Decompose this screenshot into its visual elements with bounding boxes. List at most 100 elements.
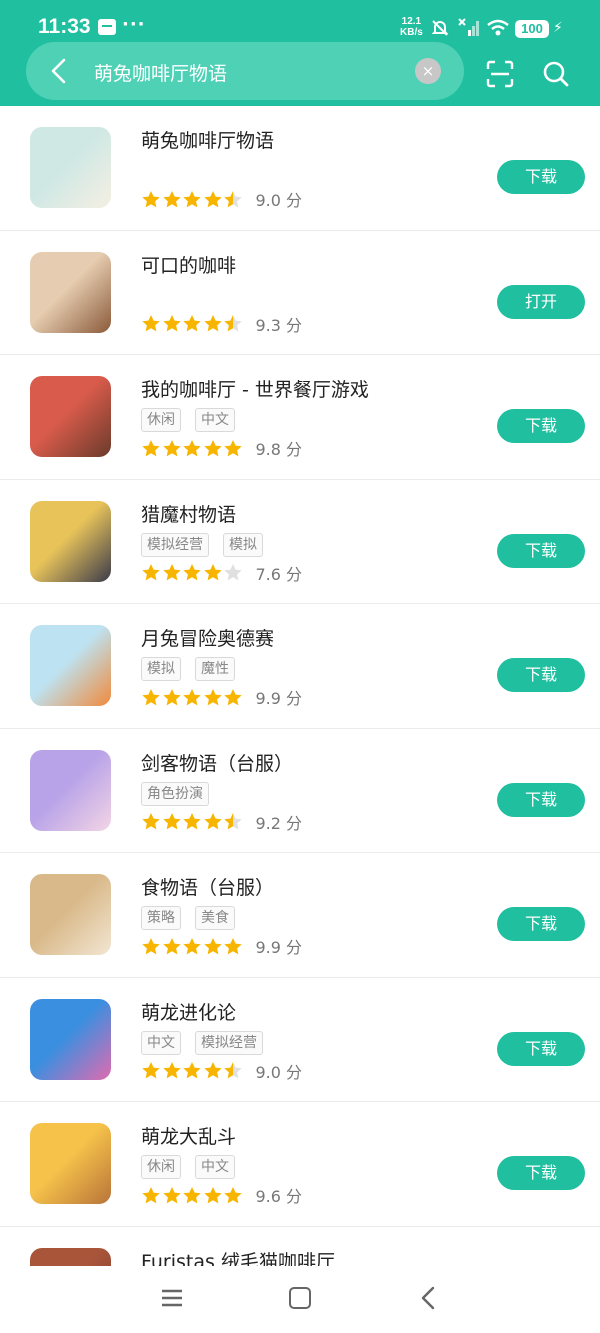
food-story-icon[interactable]	[30, 874, 111, 955]
recent-apps-icon[interactable]	[161, 1288, 183, 1308]
back-arrow-icon[interactable]	[46, 57, 72, 85]
rating-score: 9.2 分	[255, 813, 303, 833]
clear-search-button[interactable]: ×	[415, 58, 441, 84]
star-icon	[203, 315, 222, 332]
star-icon	[224, 1186, 242, 1203]
tag-label: 模拟经营	[195, 1030, 263, 1055]
download-button[interactable]: 下载	[497, 1156, 585, 1190]
app-title[interactable]: 猎魔村物语	[141, 500, 236, 527]
star-icon	[142, 1062, 160, 1079]
star-rating	[141, 314, 244, 333]
latte-art-icon[interactable]	[30, 251, 111, 333]
tag-label: 模拟经营	[141, 532, 209, 557]
home-icon[interactable]	[289, 1287, 311, 1309]
app-tags: 模拟 魔性	[141, 657, 249, 681]
open-button[interactable]: 打开	[497, 284, 585, 319]
scan-icon[interactable]	[486, 60, 514, 88]
star-icon	[142, 688, 160, 705]
swordsman-girl-icon[interactable]	[30, 749, 111, 831]
star-rating	[141, 190, 244, 209]
app-list-item[interactable]: 萌龙进化论 中文 模拟经营 9.0 分 下载	[0, 978, 600, 1102]
star-icon	[162, 937, 181, 954]
star-icon	[162, 315, 181, 332]
download-button[interactable]: 下载	[497, 658, 585, 692]
app-list-item[interactable]: 我的咖啡厅 - 世界餐厅游戏 休闲 中文 9.8 分 下载	[0, 355, 600, 480]
dragon-egg-icon[interactable]	[30, 998, 111, 1080]
app-list-item[interactable]: 猎魔村物语 模拟经营 模拟 7.6 分 下载	[0, 480, 600, 604]
star-icon	[224, 190, 242, 207]
search-input[interactable]: 萌兔咖啡厅物语	[94, 59, 227, 86]
moon-rabbit-icon[interactable]	[30, 625, 111, 706]
tag-label: 中文	[141, 1030, 181, 1055]
download-button[interactable]: 下载	[497, 533, 585, 568]
app-title[interactable]: 萌龙大乱斗	[141, 1122, 236, 1149]
app-title[interactable]: 我的咖啡厅 - 世界餐厅游戏	[141, 375, 369, 402]
star-icon	[224, 564, 242, 581]
app-list-item[interactable]: 剑客物语（台服） 角色扮演 9.2 分 下载	[0, 729, 600, 853]
mute-bell-icon	[431, 20, 449, 36]
app-title[interactable]: 萌兔咖啡厅物语	[141, 126, 274, 153]
rating-score: 9.8 分	[255, 440, 303, 459]
star-icon	[224, 1062, 242, 1079]
back-nav-icon[interactable]	[420, 1286, 436, 1310]
app-rating: 9.9 分	[141, 936, 302, 957]
wifi-icon	[487, 19, 509, 36]
star-icon	[162, 813, 181, 830]
star-rating	[141, 563, 244, 582]
download-button[interactable]: 下载	[497, 160, 585, 194]
search-icon[interactable]	[542, 60, 570, 88]
star-icon	[203, 564, 222, 581]
download-button[interactable]: 下载	[497, 907, 585, 941]
network-speed-value: 12.1	[401, 16, 422, 27]
tag-label: 策略	[141, 906, 181, 930]
pixel-hero-icon[interactable]	[30, 500, 111, 582]
cookie-dragon-icon[interactable]	[30, 1123, 111, 1204]
bunny-cafe-icon[interactable]	[30, 127, 111, 208]
star-icon	[224, 688, 242, 705]
star-icon	[203, 190, 222, 207]
star-rating	[141, 812, 244, 831]
star-icon	[183, 813, 201, 830]
app-tags: 休闲 中文	[141, 1155, 249, 1179]
download-button[interactable]: 下载	[497, 782, 585, 817]
star-icon	[142, 315, 160, 332]
app-title[interactable]: 剑客物语（台服）	[141, 749, 293, 776]
system-navigation-bar	[0, 1266, 600, 1333]
app-list-item[interactable]: 可口的咖啡 9.3 分 打开	[0, 231, 600, 355]
search-bar[interactable]: 萌兔咖啡厅物语 ×	[26, 42, 464, 100]
star-icon	[142, 190, 160, 207]
app-title[interactable]: 月兔冒险奥德赛	[141, 624, 274, 651]
star-icon	[183, 190, 201, 207]
app-rating: 9.2 分	[141, 812, 303, 833]
star-rating	[141, 439, 244, 458]
network-speed: 12.1 KB/s	[400, 16, 423, 38]
charging-icon: ⚡	[553, 20, 563, 36]
app-tags: 模拟经营 模拟	[141, 532, 277, 557]
app-title[interactable]: 食物语（台服）	[141, 873, 274, 900]
app-list-item[interactable]: 月兔冒险奥德赛 模拟 魔性 9.9 分 下载	[0, 604, 600, 729]
app-title[interactable]: 可口的咖啡	[141, 251, 236, 278]
app-rating: 9.3 分	[141, 314, 302, 335]
star-rating	[141, 688, 244, 707]
tag-label: 模拟	[141, 657, 181, 681]
tag-label: 魔性	[195, 657, 235, 681]
tag-label: 休闲	[141, 1155, 181, 1179]
star-icon	[224, 439, 242, 456]
status-time: 11:33	[38, 15, 91, 38]
star-icon	[162, 190, 181, 207]
download-button[interactable]: 下载	[497, 409, 585, 443]
coffee-cup-icon[interactable]	[30, 376, 111, 457]
rating-score: 9.9 分	[255, 689, 303, 708]
header: 11:33 ··· 12.1 KB/s 100 ⚡ 萌兔咖啡厅物语 ×	[0, 0, 600, 106]
star-icon	[203, 1186, 222, 1203]
star-rating	[141, 1061, 244, 1080]
download-button[interactable]: 下载	[497, 1031, 585, 1066]
app-list-item[interactable]: 萌兔咖啡厅物语 9.0 分 下载	[0, 106, 600, 231]
more-notifications-icon: ···	[122, 14, 146, 35]
app-list-item[interactable]: 萌龙大乱斗休闲 中文 9.6 分 下载	[0, 1102, 600, 1227]
star-icon	[224, 813, 242, 830]
rating-score: 9.6 分	[255, 1187, 303, 1206]
network-speed-unit: KB/s	[400, 27, 423, 38]
app-title[interactable]: 萌龙进化论	[141, 998, 236, 1025]
app-list-item[interactable]: 食物语（台服） 策略 美食 9.9 分 下载	[0, 853, 600, 978]
